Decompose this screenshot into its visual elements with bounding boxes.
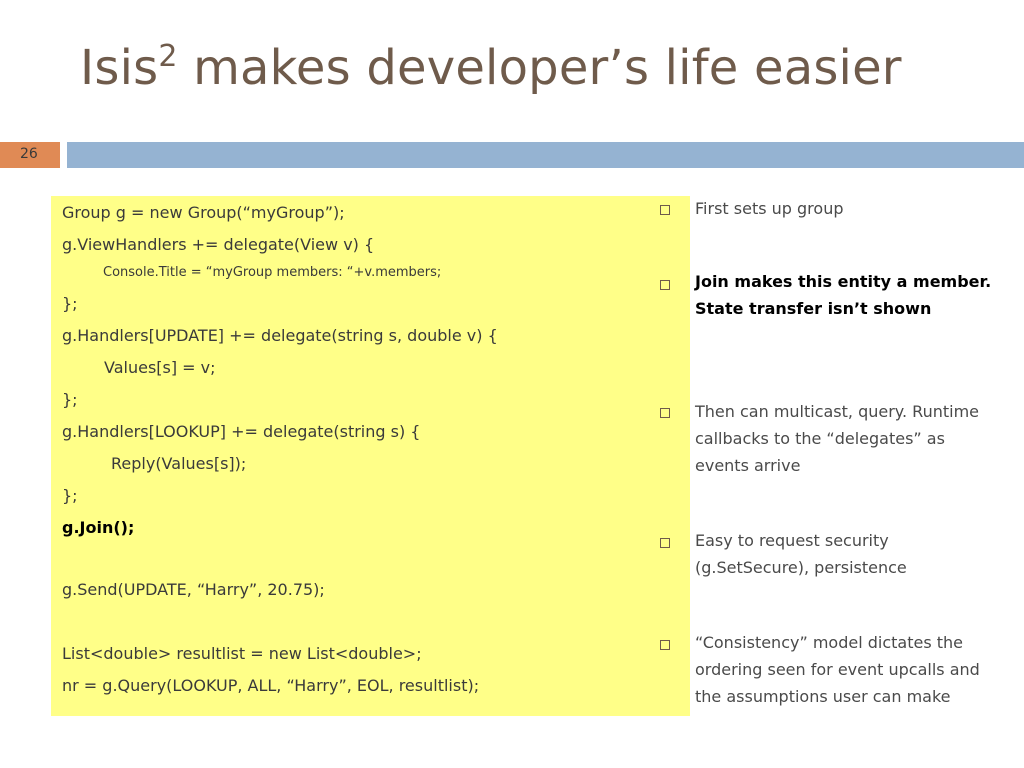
code-line: Group g = new Group(“myGroup”); — [62, 203, 345, 222]
bullet-text: Easy to request security (g.SetSecure), … — [695, 531, 907, 577]
code-line: nr = g.Query(LOOKUP, ALL, “Harry”, EOL, … — [62, 676, 480, 695]
bullet-square-icon — [660, 280, 670, 290]
bullet-square-icon — [660, 640, 670, 650]
slide-number: 26 — [20, 146, 38, 162]
code-line: }; — [62, 294, 78, 313]
title-superscript: 2 — [158, 39, 178, 74]
bullet-text: “Consistency” model dictates the orderin… — [695, 633, 980, 706]
code-line: Reply(Values[s]); — [111, 454, 247, 473]
title-main: Isis — [80, 40, 159, 96]
slide-title: Isis2 makes developer’s life easier — [80, 42, 902, 95]
code-line: List<double> resultlist = new List<doubl… — [62, 644, 422, 663]
bullet-square-icon — [660, 408, 670, 418]
code-line: g.ViewHandlers += delegate(View v) { — [62, 235, 375, 254]
code-line: g.Handlers[UPDATE] += delegate(string s,… — [62, 326, 498, 345]
code-line: Console.Title = “myGroup members: “+v.me… — [103, 265, 442, 280]
title-rest: makes developer’s life easier — [177, 40, 902, 96]
bullet-square-icon — [660, 538, 670, 548]
code-line: }; — [62, 390, 78, 409]
code-line: Values[s] = v; — [104, 358, 216, 377]
code-line: g.Handlers[LOOKUP] += delegate(string s)… — [62, 422, 421, 441]
code-line: }; — [62, 486, 78, 505]
bullet-text: Join makes this entity a member. State t… — [695, 272, 992, 318]
code-line: g.Send(UPDATE, “Harry”, 20.75); — [62, 580, 325, 599]
bullet-square-icon — [660, 205, 670, 215]
bullet-text: Then can multicast, query. Runtime callb… — [695, 402, 979, 475]
bullet-text: First sets up group — [695, 199, 844, 218]
code-line: g.Join(); — [62, 518, 135, 537]
header-rule-bar — [67, 142, 1024, 168]
